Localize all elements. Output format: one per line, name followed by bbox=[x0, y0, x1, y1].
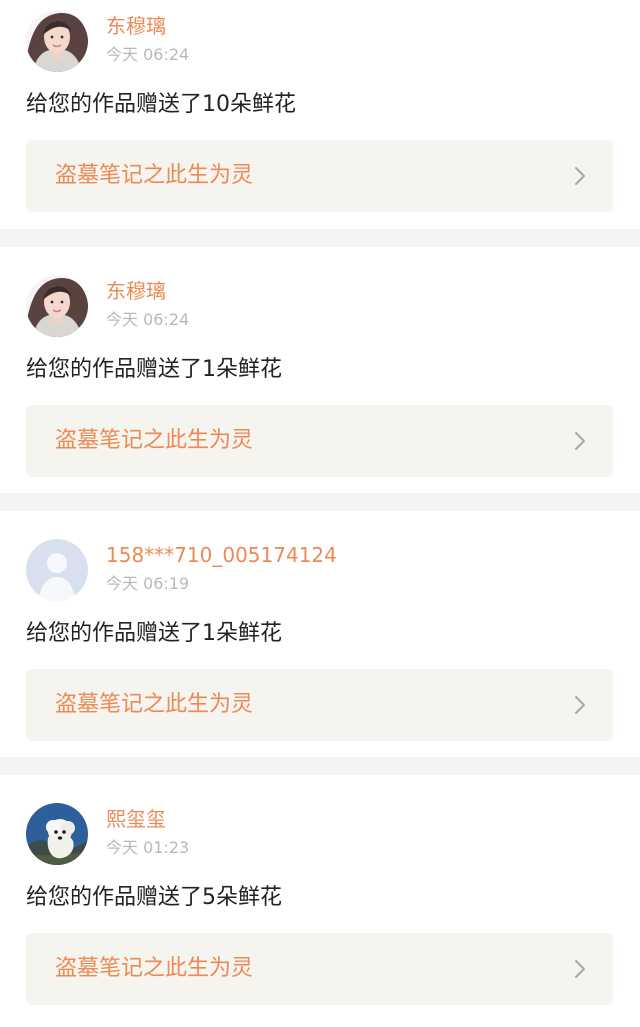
default-user-avatar-icon[interactable] bbox=[26, 539, 88, 601]
timestamp: 今天 06:24 bbox=[106, 310, 190, 329]
work-title: 盗墓笔记之此生为灵 bbox=[55, 692, 254, 717]
chevron-right-icon bbox=[575, 696, 585, 714]
work-link-button[interactable]: 盗墓笔记之此生为灵 bbox=[26, 405, 613, 477]
work-title: 盗墓笔记之此生为灵 bbox=[55, 956, 254, 981]
username[interactable]: 东穆璃 bbox=[106, 13, 166, 39]
gift-notification-feed: 东穆璃 今天 06:24 给您的作品赠送了10朵鲜花 盗墓笔记之此生为灵 东穆璃… bbox=[0, 0, 640, 1027]
portrait-avatar-icon[interactable] bbox=[26, 10, 88, 72]
gift-notification-card: 熙玺玺 今天 01:23 给您的作品赠送了5朵鲜花 盗墓笔记之此生为灵 bbox=[0, 775, 640, 1027]
chevron-right-icon bbox=[575, 432, 585, 450]
timestamp: 今天 01:23 bbox=[106, 838, 190, 857]
timestamp: 今天 06:24 bbox=[106, 45, 190, 64]
username[interactable]: 东穆璃 bbox=[106, 278, 166, 304]
gift-message: 给您的作品赠送了1朵鲜花 bbox=[26, 621, 282, 646]
portrait-avatar-icon[interactable] bbox=[26, 275, 88, 337]
gift-message: 给您的作品赠送了10朵鲜花 bbox=[26, 92, 296, 117]
work-title: 盗墓笔记之此生为灵 bbox=[55, 428, 254, 453]
timestamp: 今天 06:19 bbox=[106, 574, 190, 593]
username[interactable]: 158***710_005174124 bbox=[106, 542, 337, 568]
gift-notification-card: 东穆璃 今天 06:24 给您的作品赠送了1朵鲜花 盗墓笔记之此生为灵 bbox=[0, 247, 640, 493]
chevron-right-icon bbox=[575, 167, 585, 185]
gift-notification-card: 158***710_005174124 今天 06:19 给您的作品赠送了1朵鲜… bbox=[0, 511, 640, 757]
gift-notification-card: 东穆璃 今天 06:24 给您的作品赠送了10朵鲜花 盗墓笔记之此生为灵 bbox=[0, 0, 640, 229]
work-link-button[interactable]: 盗墓笔记之此生为灵 bbox=[26, 140, 613, 212]
dog-avatar-icon[interactable] bbox=[26, 803, 88, 865]
gift-message: 给您的作品赠送了5朵鲜花 bbox=[26, 885, 282, 910]
gift-message: 给您的作品赠送了1朵鲜花 bbox=[26, 357, 282, 382]
username[interactable]: 熙玺玺 bbox=[106, 806, 166, 832]
work-link-button[interactable]: 盗墓笔记之此生为灵 bbox=[26, 933, 613, 1005]
work-title: 盗墓笔记之此生为灵 bbox=[55, 163, 254, 188]
work-link-button[interactable]: 盗墓笔记之此生为灵 bbox=[26, 669, 613, 741]
chevron-right-icon bbox=[575, 960, 585, 978]
